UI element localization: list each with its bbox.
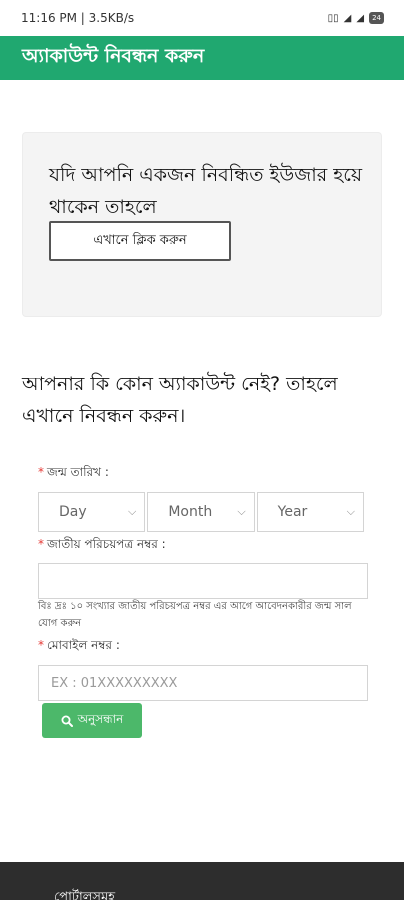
dob-label-text: জন্ম তারিখ :: [47, 465, 109, 479]
login-prompt-text: যদি আপনি একজন নিবন্ধিত ইউজার হয়ে থাকেন …: [49, 164, 363, 218]
mobile-input[interactable]: [38, 665, 368, 701]
vibrate-icon: ▯▯: [327, 12, 339, 24]
day-select-value: Day: [59, 504, 87, 520]
chevron-down-icon: ⌵: [346, 505, 355, 518]
day-select[interactable]: Day ⌵: [38, 492, 146, 532]
click-here-button[interactable]: এখানে ক্লিক করুন: [49, 221, 231, 261]
month-select-value: Month: [168, 504, 213, 520]
year-select[interactable]: Year ⌵: [256, 492, 364, 532]
status-icons: ▯▯ ◢ ◢ 24: [328, 12, 384, 24]
search-icon: [61, 715, 73, 727]
nid-label: * জাতীয় পরিচয়পত্র নম্বর :: [38, 536, 166, 556]
chevron-down-icon: ⌵: [127, 505, 137, 518]
app-bar: অ্যাকাউন্ট নিবন্ধন করুন: [0, 36, 404, 80]
month-select[interactable]: Month ⌵: [147, 492, 255, 532]
required-mark: *: [38, 465, 44, 479]
nid-note: বিঃ দ্রঃ ১০ সংখ্যার জাতীয় পরিচয়পত্র নম…: [38, 601, 352, 629]
mobile-label-text: মোবাইল নম্বর :: [47, 638, 120, 652]
register-heading: আপনার কি কোন অ্যাকাউন্ট নেই? তাহলে এখানে…: [22, 373, 338, 427]
wifi-signal-icon: ◢: [356, 12, 365, 24]
footer-portals-link[interactable]: পোর্টালসমূহ: [54, 888, 115, 900]
dob-label: * জন্ম তারিখ :: [38, 464, 109, 484]
battery-icon: 24: [369, 12, 384, 24]
status-time: 11:16 PM | 3.5KB/s: [21, 11, 135, 25]
nid-label-text: জাতীয় পরিচয়পত্র নম্বর :: [47, 537, 166, 551]
login-card: যদি আপনি একজন নিবন্ধিত ইউজার হয়ে থাকেন …: [22, 132, 382, 317]
required-mark: *: [38, 638, 44, 652]
search-button[interactable]: অনুসন্ধান: [42, 703, 142, 738]
mobile-label: * মোবাইল নম্বর :: [38, 637, 120, 657]
signal-icon: ◢: [343, 12, 352, 24]
chevron-down-icon: ⌵: [237, 505, 246, 518]
dob-selects: Day ⌵ Month ⌵ Year ⌵: [38, 492, 364, 532]
search-button-label: অনুসন্ধান: [77, 711, 124, 726]
status-bar: 11:16 PM | 3.5KB/s ▯▯ ◢ ◢ 24: [0, 0, 404, 36]
nid-input[interactable]: [38, 563, 368, 599]
required-mark: *: [38, 537, 44, 551]
year-select-value: Year: [277, 504, 308, 520]
footer: পোর্টালসমূহ: [0, 862, 404, 900]
page-title: অ্যাকাউন্ট নিবন্ধন করুন: [22, 45, 205, 67]
